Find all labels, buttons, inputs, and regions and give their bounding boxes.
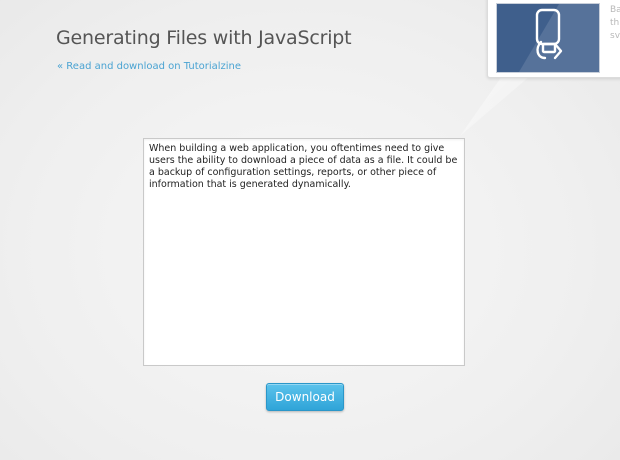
promo-thumbnail[interactable]	[496, 3, 600, 73]
decorative-light-beam	[460, 76, 530, 136]
promo-text: Ba th sv	[610, 4, 620, 43]
download-button[interactable]: Download	[266, 383, 344, 411]
promo-text-line: th	[610, 18, 620, 28]
page-title: Generating Files with JavaScript	[56, 27, 352, 49]
tutorial-link[interactable]: « Read and download on Tutorialzine	[57, 61, 241, 72]
promo-text-line: sv	[610, 31, 620, 41]
content-textarea[interactable]: When building a web application, you oft…	[143, 138, 465, 366]
promo-card[interactable]: Ba th sv	[487, 0, 620, 78]
promo-text-line: Ba	[610, 5, 620, 15]
usb-drive-icon	[519, 4, 599, 72]
